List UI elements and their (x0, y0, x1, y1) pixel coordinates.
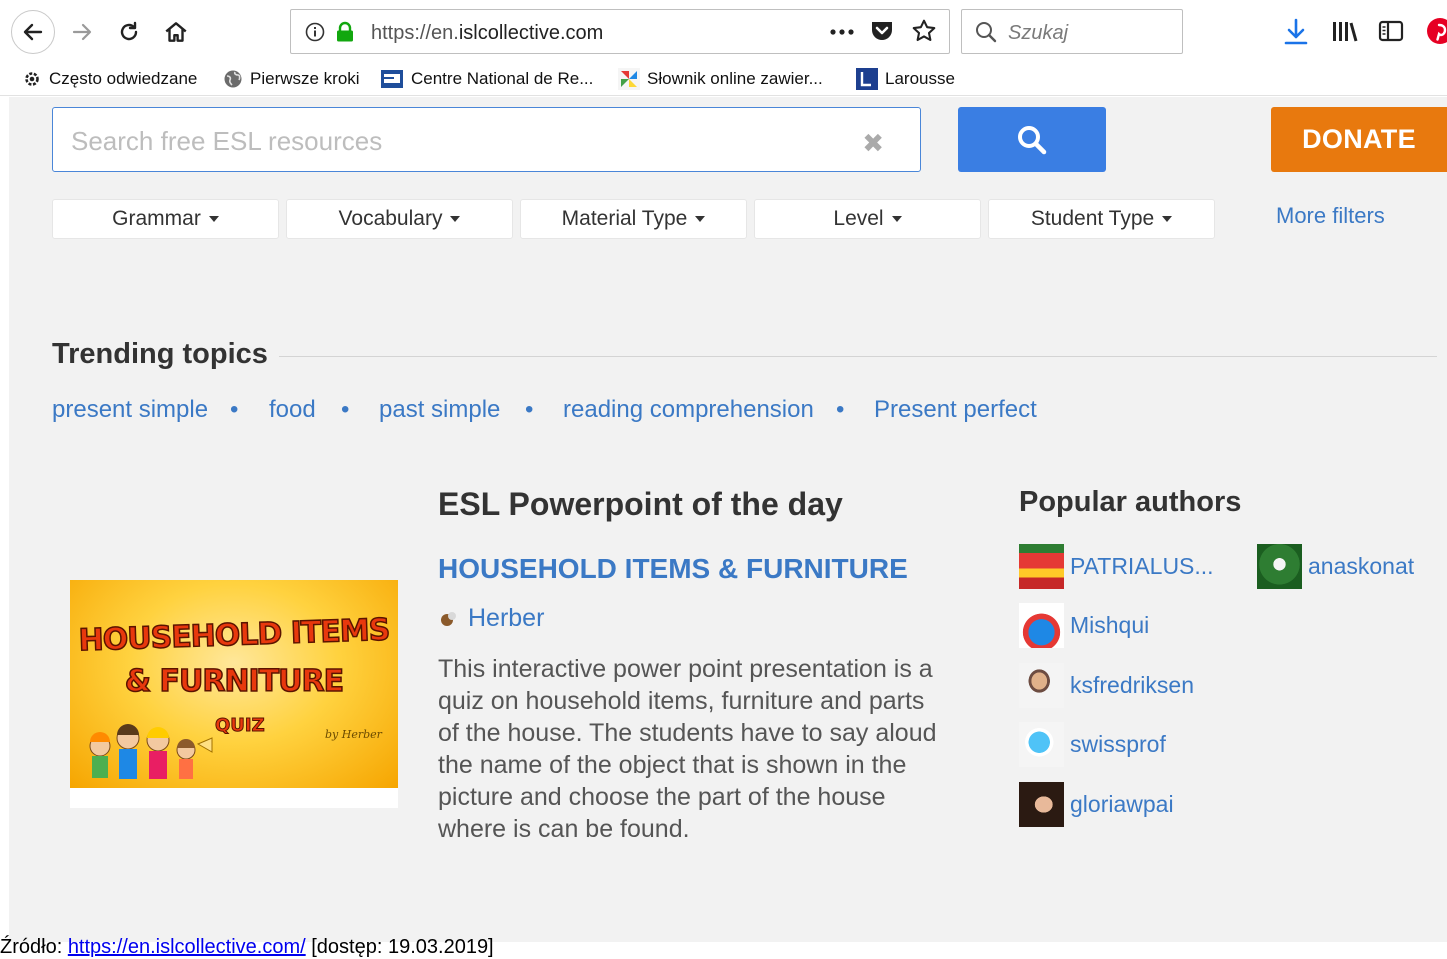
caret-down-icon (1162, 216, 1173, 222)
globe-icon (224, 70, 242, 88)
filter-grammar[interactable]: Grammar (52, 199, 279, 239)
caret-down-icon (891, 216, 902, 222)
pocket-icon (872, 22, 892, 40)
separator-dot: • (341, 396, 350, 423)
avatar (1019, 782, 1064, 827)
avatar (1019, 722, 1064, 767)
home-button[interactable] (154, 10, 198, 54)
filter-student-type[interactable]: Student Type (988, 199, 1215, 239)
avatar (1019, 603, 1064, 648)
pinterest-icon (1427, 18, 1447, 44)
star-icon (912, 19, 936, 42)
avatar (1257, 544, 1302, 589)
ppt-description: This interactive power point presentatio… (438, 655, 937, 843)
pocket-button[interactable] (869, 19, 895, 48)
ppt-of-day-heading: ESL Powerpoint of the day (438, 486, 843, 522)
bookmark-item[interactable]: Pierwsze kroki (223, 66, 360, 92)
thumbnail-title-line1: HOUSEHOLD ITEMS (77, 612, 390, 659)
url-text: https://en.islcollective.com (371, 22, 604, 44)
clear-search-icon[interactable]: ✖ (862, 130, 884, 156)
author-link[interactable]: anaskonat (1257, 544, 1414, 589)
browser-search-placeholder: Szukaj (1008, 22, 1069, 44)
donate-button[interactable]: DONATE (1271, 107, 1447, 172)
address-bar[interactable]: https://en.islcollective.com (290, 9, 950, 54)
popular-authors-heading: Popular authors (1019, 486, 1242, 518)
trending-topics-heading: Trending topics (52, 338, 268, 370)
browser-search-bar[interactable]: Szukaj (961, 9, 1183, 54)
author-avatar-icon (441, 611, 456, 626)
search-icon (976, 22, 997, 43)
avatar (1019, 544, 1064, 589)
reload-button[interactable] (107, 10, 151, 54)
more-filters-link[interactable]: More filters (1276, 203, 1385, 229)
page-actions-button[interactable] (827, 18, 857, 46)
ppt-title-link[interactable]: HOUSEHOLD ITEMS & FURNITURE (438, 553, 908, 585)
author-link[interactable]: swissprof (1019, 722, 1166, 767)
avatar (1019, 663, 1064, 708)
arrow-left-icon (23, 23, 43, 41)
downloads-button[interactable] (1283, 18, 1309, 51)
sidebar-icon (1378, 20, 1404, 42)
download-arrow-icon (1284, 18, 1308, 45)
cnrtl-icon (381, 70, 403, 88)
bookmark-item[interactable]: Słownik online zawier... (618, 66, 823, 92)
source-link[interactable]: https://en.islcollective.com/ (68, 936, 306, 958)
divider (279, 356, 1437, 357)
reload-icon (120, 21, 138, 41)
gear-icon (25, 72, 39, 86)
home-icon (165, 22, 187, 42)
topic-link[interactable]: food (269, 396, 316, 424)
search-button[interactable] (958, 107, 1106, 172)
sidebar-button[interactable] (1378, 19, 1404, 48)
thumbnail-byline: by Herber (325, 728, 382, 741)
filter-vocabulary[interactable]: Vocabulary (286, 199, 513, 239)
search-placeholder: Search free ESL resources (71, 126, 383, 156)
thumbnail-title-line2: & FURNITURE (124, 663, 345, 700)
lock-icon (337, 21, 353, 42)
author-link[interactable]: ksfredriksen (1019, 663, 1194, 708)
bookmarks-toolbar: Często odwiedzane Pierwsze kroki Centre … (0, 62, 1447, 96)
arrow-right-icon (72, 23, 92, 41)
author-link[interactable]: gloriawpai (1019, 782, 1174, 827)
caret-down-icon (450, 216, 461, 222)
filter-level[interactable]: Level (754, 199, 981, 239)
esl-search-input[interactable]: Search free ESL resources ✖ (52, 107, 921, 172)
forward-button[interactable] (60, 10, 104, 54)
family-illustration (89, 724, 213, 779)
search-icon (1018, 125, 1047, 154)
topic-link[interactable]: Present perfect (874, 396, 1037, 424)
separator-dot: • (525, 396, 534, 423)
author-link[interactable]: PATRIALUS... (1019, 544, 1214, 589)
browser-window: https://en.islcollective.com Szukaj Częs… (0, 0, 1447, 958)
library-button[interactable] (1331, 19, 1359, 48)
pinterest-button[interactable] (1426, 17, 1447, 47)
page-content: Search free ESL resources ✖ DONATE Gramm… (9, 97, 1447, 942)
topic-link[interactable]: present simple (52, 396, 208, 424)
author-link[interactable]: Mishqui (1019, 603, 1149, 648)
caret-down-icon (208, 216, 219, 222)
back-button[interactable] (11, 10, 55, 54)
thumbnail-quiz-label: QUIZ (215, 715, 266, 737)
bookmark-star-button[interactable] (911, 18, 937, 49)
ppt-author[interactable]: Herber (438, 604, 544, 633)
bookmark-item[interactable]: Często odwiedzane (22, 66, 197, 92)
more-dots-icon (830, 29, 854, 35)
topic-link[interactable]: reading comprehension (563, 396, 814, 424)
larousse-icon (856, 68, 878, 90)
browser-toolbar: https://en.islcollective.com Szukaj (0, 0, 1447, 62)
bookmark-item[interactable]: Centre National de Re... (380, 66, 593, 92)
separator-dot: • (230, 396, 239, 423)
topic-link[interactable]: past simple (379, 396, 500, 424)
thumbnail-image: HOUSEHOLD ITEMS & FURNITURE QUIZ by Herb… (70, 580, 398, 788)
separator-dot: • (836, 396, 845, 423)
library-icon (1333, 22, 1358, 42)
filter-material-type[interactable]: Material Type (520, 199, 747, 239)
bookmark-item[interactable]: Larousse (856, 66, 955, 92)
pinwheel-icon (618, 68, 640, 90)
caret-down-icon (695, 216, 706, 222)
ppt-thumbnail[interactable]: HOUSEHOLD ITEMS & FURNITURE QUIZ by Herb… (70, 580, 398, 808)
info-icon (305, 22, 325, 42)
